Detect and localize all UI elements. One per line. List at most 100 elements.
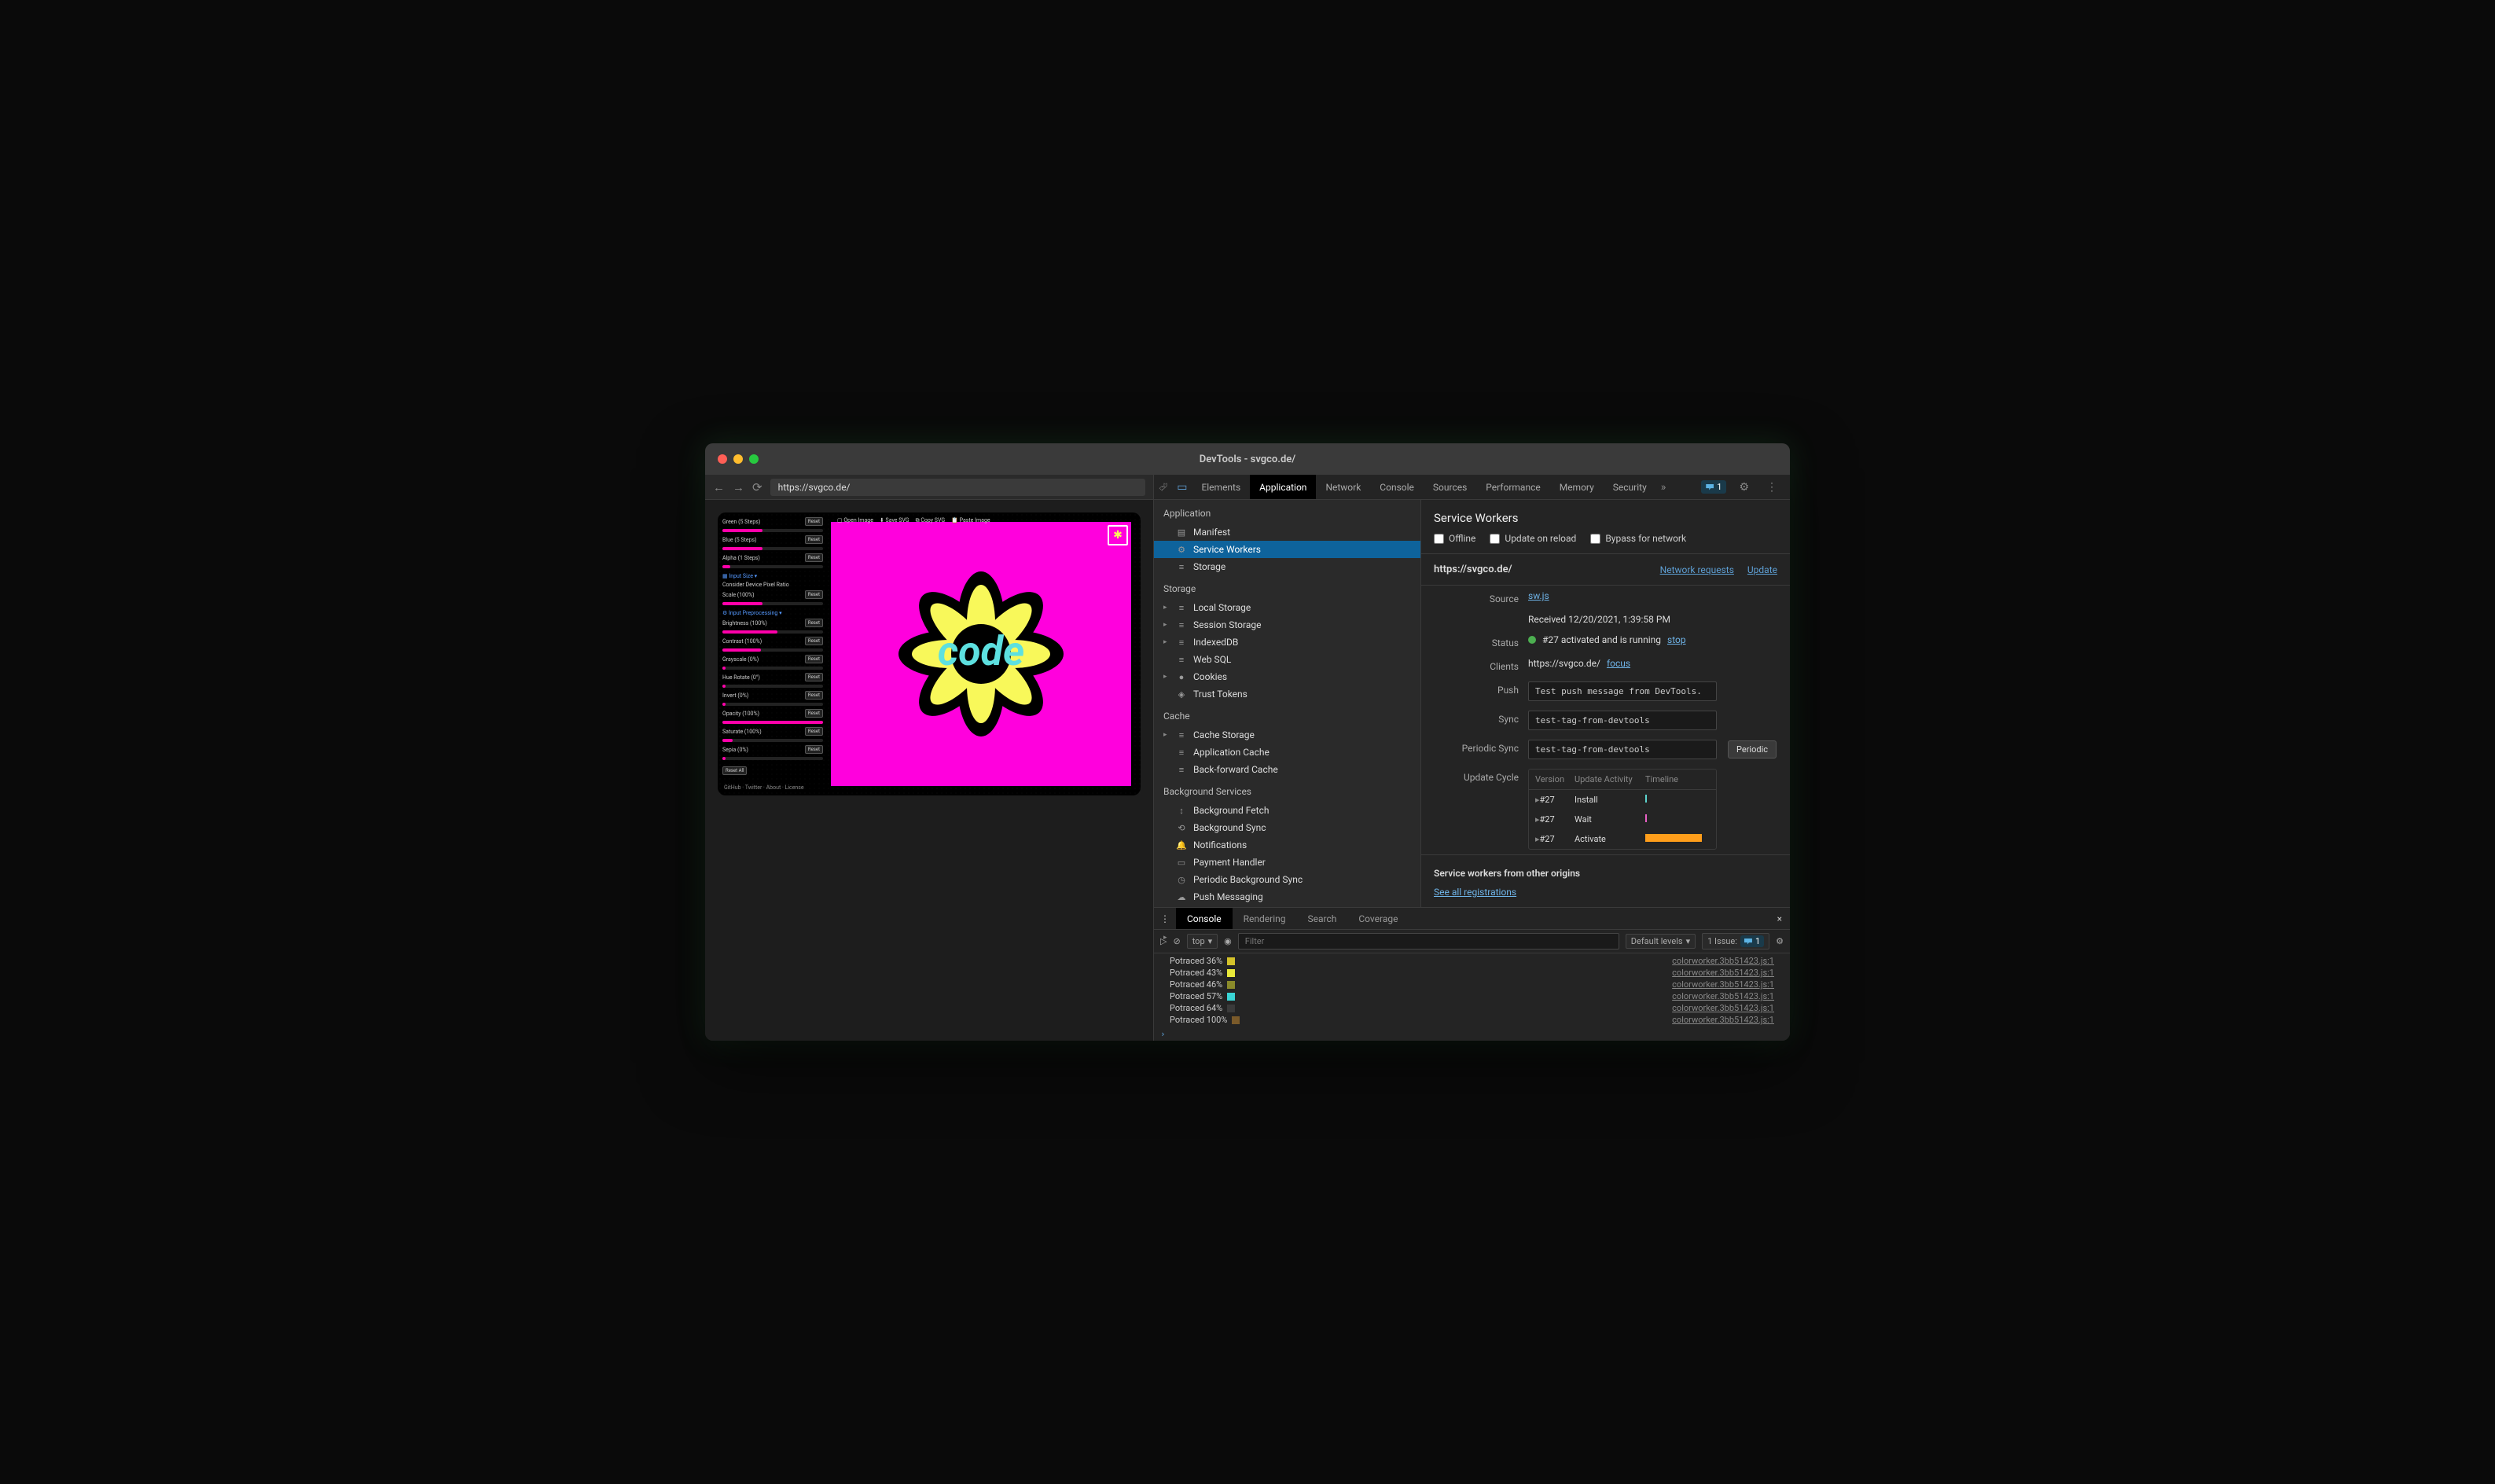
tree-item-periodic-background-sync[interactable]: ◷Periodic Background Sync [1154, 871, 1420, 888]
reset-button[interactable]: Reset [805, 553, 823, 562]
update-link[interactable]: Update [1747, 564, 1777, 575]
tree-item-background-sync[interactable]: ⟲Background Sync [1154, 819, 1420, 836]
issues-drawer[interactable]: 1 Issue: 1 [1702, 933, 1769, 950]
close-icon[interactable] [718, 454, 727, 464]
back-icon[interactable]: ← [713, 480, 725, 494]
drawer-tab-console[interactable]: Console [1176, 908, 1233, 929]
tree-item-back-forward-cache[interactable]: ≡Back-forward Cache [1154, 761, 1420, 778]
control-row[interactable]: Brightness (100%)Reset [722, 619, 823, 627]
device-icon[interactable]: ▭ [1172, 481, 1192, 494]
reset-button[interactable]: Reset [805, 590, 823, 599]
levels-select[interactable]: Default levels ▾ [1626, 934, 1696, 949]
inspect-icon[interactable]: ⮰ [1154, 481, 1172, 494]
reset-button[interactable]: Reset [805, 655, 823, 663]
push-input[interactable] [1528, 681, 1717, 701]
kebab-icon[interactable]: ⋮ [1762, 481, 1782, 494]
reset-button[interactable]: Reset [805, 517, 823, 526]
drawer-menu-icon[interactable]: ⋮ [1154, 913, 1176, 924]
reset-all-button[interactable]: Reset All [722, 766, 747, 775]
reset-button[interactable]: Reset [805, 619, 823, 627]
control-row[interactable]: Green (5 Steps)Reset [722, 517, 823, 526]
control-row[interactable]: Scale (100%)Reset [722, 590, 823, 599]
reset-button[interactable]: Reset [805, 727, 823, 736]
drawer-tab-search[interactable]: Search [1296, 908, 1347, 929]
reset-button[interactable]: Reset [805, 637, 823, 645]
tab-sources[interactable]: Sources [1424, 475, 1476, 499]
source-link[interactable]: colorworker.3bb51423.js:1 [1672, 1015, 1774, 1025]
tab-performance[interactable]: Performance [1476, 475, 1549, 499]
console-prompt[interactable]: › [1154, 1027, 1790, 1041]
reset-button[interactable]: Reset [805, 535, 823, 544]
tree-item-cache-storage[interactable]: ▸≡Cache Storage [1154, 726, 1420, 744]
gear-icon[interactable]: ⚙ [1776, 936, 1784, 946]
tree-item-payment-handler[interactable]: ▭Payment Handler [1154, 854, 1420, 871]
tab-console[interactable]: Console [1370, 475, 1424, 499]
save-svg-button[interactable]: ⬇ Save SVG [880, 517, 909, 524]
reset-button[interactable]: Reset [805, 673, 823, 681]
context-select[interactable]: top ▾ [1187, 934, 1218, 949]
reload-icon[interactable]: ⟳ [752, 480, 762, 494]
filter-input[interactable] [1238, 933, 1619, 950]
source-link[interactable]: colorworker.3bb51423.js:1 [1672, 956, 1774, 966]
minimize-icon[interactable] [733, 454, 743, 464]
control-row[interactable]: Opacity (100%)Reset [722, 709, 823, 718]
paste-image-button[interactable]: 📋 Paste Image [951, 517, 990, 524]
see-all-registrations-link[interactable]: See all registrations [1434, 887, 1516, 898]
tree-item-local-storage[interactable]: ▸≡Local Storage [1154, 599, 1420, 616]
source-link[interactable]: colorworker.3bb51423.js:1 [1672, 1003, 1774, 1013]
tree-item-trust-tokens[interactable]: ◈Trust Tokens [1154, 685, 1420, 703]
maximize-icon[interactable] [749, 454, 759, 464]
source-link[interactable]: colorworker.3bb51423.js:1 [1672, 979, 1774, 990]
tree-item-manifest[interactable]: ▤Manifest [1154, 523, 1420, 541]
more-tabs-icon[interactable]: » [1656, 481, 1671, 494]
stop-link[interactable]: stop [1667, 634, 1686, 645]
reset-button[interactable]: Reset [805, 709, 823, 718]
tab-application[interactable]: Application [1250, 475, 1316, 499]
check-update-on-reload[interactable]: Update on reload [1490, 533, 1576, 544]
tree-item-indexeddb[interactable]: ▸≡IndexedDB [1154, 634, 1420, 651]
control-row[interactable]: Saturate (100%)Reset [722, 727, 823, 736]
tree-item-cookies[interactable]: ▸●Cookies [1154, 668, 1420, 685]
section-header[interactable]: ⚙ Input Preprocessing ▾ [722, 610, 823, 616]
url-input[interactable]: https://svgco.de/ [770, 479, 1145, 496]
tab-memory[interactable]: Memory [1550, 475, 1604, 499]
source-link[interactable]: colorworker.3bb51423.js:1 [1672, 991, 1774, 1001]
close-drawer-icon[interactable]: × [1769, 913, 1790, 924]
control-row[interactable]: Consider Device Pixel Ratio [722, 582, 823, 588]
tree-item-application-cache[interactable]: ≡Application Cache [1154, 744, 1420, 761]
control-row[interactable]: Grayscale (0%)Reset [722, 655, 823, 663]
reset-button[interactable]: Reset [805, 745, 823, 754]
check-offline[interactable]: Offline [1434, 533, 1475, 544]
tree-item-notifications[interactable]: 🔔Notifications [1154, 836, 1420, 854]
periodic-input[interactable] [1528, 740, 1717, 759]
control-row[interactable]: Invert (0%)Reset [722, 691, 823, 700]
tree-item-session-storage[interactable]: ▸≡Session Storage [1154, 616, 1420, 634]
control-row[interactable]: Alpha (1 Steps)Reset [722, 553, 823, 562]
issues-badge[interactable]: 1 [1701, 480, 1726, 494]
control-row[interactable]: Hue Rotate (0°)Reset [722, 673, 823, 681]
network-requests-link[interactable]: Network requests [1660, 564, 1734, 575]
open-image-button[interactable]: ▢ Open Image [837, 517, 873, 524]
tree-item-web-sql[interactable]: ≡Web SQL [1154, 651, 1420, 668]
tree-item-background-fetch[interactable]: ↕Background Fetch [1154, 802, 1420, 819]
tab-network[interactable]: Network [1316, 475, 1370, 499]
copy-svg-button[interactable]: ⧉ Copy SVG [916, 517, 946, 524]
source-link[interactable]: colorworker.3bb51423.js:1 [1672, 968, 1774, 978]
settings-icon[interactable]: ⚙ [1734, 481, 1754, 494]
control-row[interactable]: Contrast (100%)Reset [722, 637, 823, 645]
tree-item-service-workers[interactable]: ⚙Service Workers [1154, 541, 1420, 558]
forward-icon[interactable]: → [733, 480, 744, 494]
section-header[interactable]: ▦ Input Size ▾ [722, 573, 823, 579]
source-link[interactable]: sw.js [1528, 590, 1549, 601]
check-bypass-for-network[interactable]: Bypass for network [1590, 533, 1686, 544]
focus-link[interactable]: focus [1607, 658, 1630, 669]
control-row[interactable]: Sepia (0%)Reset [722, 745, 823, 754]
eye-icon[interactable]: ◉ [1224, 936, 1232, 946]
sync-input[interactable] [1528, 711, 1717, 730]
tab-security[interactable]: Security [1604, 475, 1656, 499]
tree-item-storage[interactable]: ≡Storage [1154, 558, 1420, 575]
control-row[interactable]: Blue (5 Steps)Reset [722, 535, 823, 544]
tree-item-push-messaging[interactable]: ☁Push Messaging [1154, 888, 1420, 905]
periodic-button[interactable]: Periodic [1728, 740, 1777, 759]
reset-button[interactable]: Reset [805, 691, 823, 700]
